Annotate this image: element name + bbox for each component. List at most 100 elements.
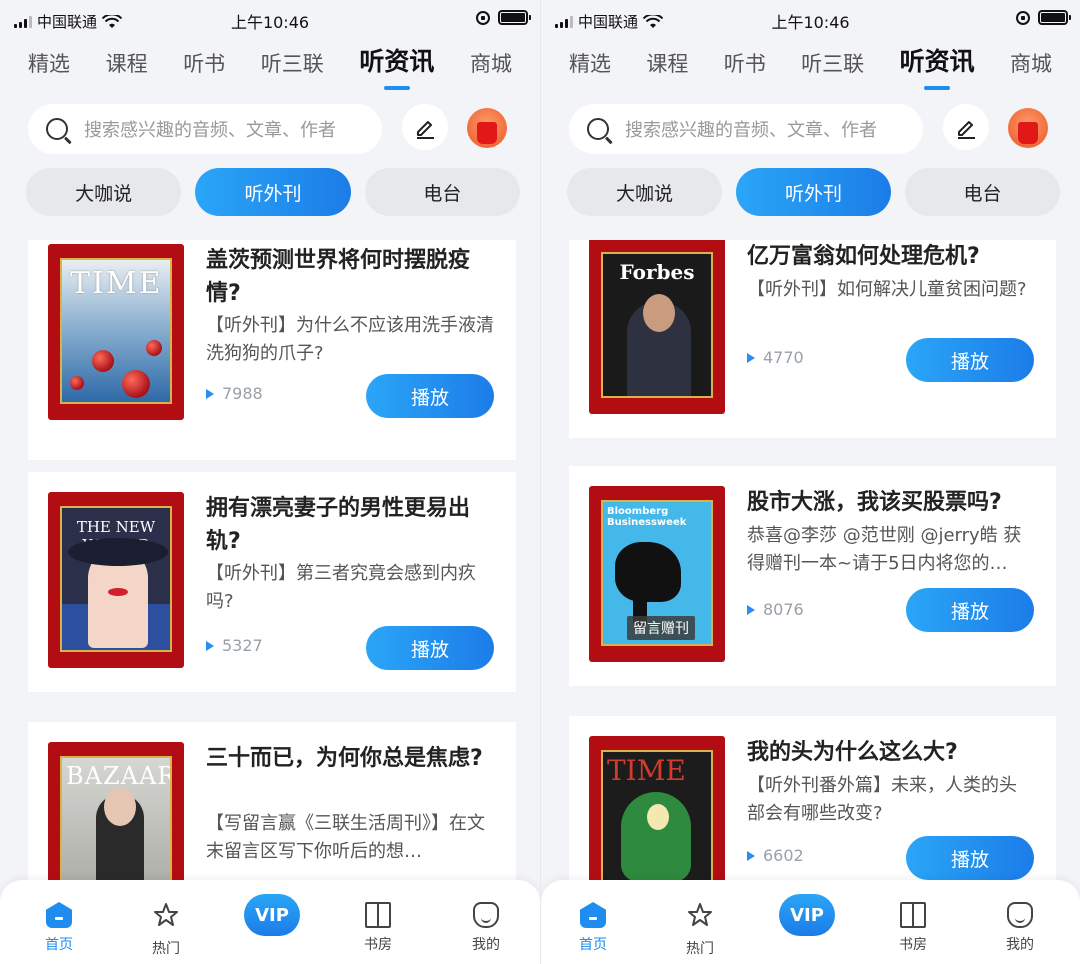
card-title: 我的头为什么这么大? [747, 740, 958, 765]
search-icon [46, 118, 68, 140]
avatar[interactable] [1008, 108, 1048, 148]
cover-masthead: TIME [607, 754, 686, 787]
bottom-nav: 首页 热门 VIP 书房 我的 [0, 880, 540, 964]
orientation-lock-icon [476, 10, 490, 25]
tab-featured[interactable]: 精选 [28, 48, 70, 90]
nav-hot[interactable]: 热门 [670, 902, 730, 958]
tab-audiobooks[interactable]: 听书 [724, 48, 766, 90]
card-description: 【听外刊】第三者究竟会感到内疚吗? [206, 563, 476, 612]
subtab-radio[interactable]: 电台 [364, 168, 520, 216]
cover-masthead: TIME [70, 266, 163, 301]
subtab-expert[interactable]: 大咖说 [26, 168, 182, 216]
magazine-cover: TIME [48, 244, 184, 420]
play-count: 7988 [206, 384, 263, 403]
play-count-icon [747, 352, 755, 363]
tab-featured[interactable]: 精选 [569, 48, 611, 90]
card-title: 盖茨预测世界将何时摆脱疫情? [206, 248, 471, 306]
nav-home[interactable]: 首页 [563, 902, 623, 954]
magazine-cover: Forbes [589, 240, 725, 414]
list-item[interactable]: Forbes 亿万富翁如何处理危机? 【听外刊】如何解决儿童贫困问题? 4770… [569, 240, 1056, 438]
play-count: 6602 [747, 846, 804, 865]
tab-courses[interactable]: 课程 [106, 48, 148, 90]
list-item[interactable]: Bloomberg Businessweek 留言赠刊 股市大涨，我该买股票吗?… [569, 466, 1056, 686]
tab-audiobooks[interactable]: 听书 [183, 48, 225, 90]
status-bar: 中国联通 上午10:46 [0, 0, 540, 40]
play-count-icon [206, 640, 214, 651]
magazine-cover: Bloomberg Businessweek 留言赠刊 [589, 486, 725, 662]
play-button[interactable]: 播放 [366, 626, 494, 670]
list-item[interactable]: THE NEW YORKER 拥有漂亮妻子的男性更易出轨? 【听外刊】第三者究竟… [28, 472, 516, 692]
nav-home[interactable]: 首页 [29, 902, 89, 954]
play-count-icon [206, 388, 214, 399]
pencil-icon [958, 121, 975, 139]
card-description: 【写留言赢《三联生活周刊》】在文末留言区写下你听后的想… [206, 813, 485, 862]
play-button[interactable]: 播放 [906, 588, 1034, 632]
star-icon [688, 903, 712, 926]
subtab-foreign-magazines[interactable]: 听外刊 [195, 168, 351, 216]
tab-sanlian[interactable]: 听三联 [801, 48, 864, 90]
card-description: 恭喜@李莎 @范世刚 @jerry皓 获得赠刊一本~请于5日内将您的… [747, 525, 1022, 574]
tab-shop[interactable]: 商城 [470, 48, 512, 90]
home-icon [46, 902, 72, 928]
search-input[interactable]: 搜索感兴趣的音频、文章、作者 [569, 104, 923, 154]
pencil-icon [417, 121, 434, 139]
tab-shop[interactable]: 商城 [1010, 48, 1052, 90]
edit-button[interactable] [402, 104, 448, 150]
tab-news[interactable]: 听资讯 [359, 42, 434, 90]
card-title: 亿万富翁如何处理危机? [747, 244, 980, 269]
nav-library[interactable]: 书房 [348, 902, 408, 954]
magazine-cover: THE NEW YORKER [48, 492, 184, 668]
tab-courses[interactable]: 课程 [646, 48, 688, 90]
edit-button[interactable] [943, 104, 989, 150]
nav-me[interactable]: 我的 [990, 902, 1050, 954]
book-icon [365, 902, 391, 928]
cover-masthead: BAZAAR [66, 762, 172, 790]
vip-button[interactable]: VIP [244, 894, 300, 936]
play-count: 8076 [747, 600, 804, 619]
battery-icon [1038, 10, 1071, 25]
top-tabs: 精选 课程 听书 听三联 听资讯 商城 [28, 44, 512, 90]
card-title: 拥有漂亮妻子的男性更易出轨? [206, 496, 471, 554]
screen-right: 中国联通 上午10:46 精选 课程 听书 听三联 听资讯 商城 搜索感兴趣的音… [540, 0, 1080, 964]
nav-library[interactable]: 书房 [883, 902, 943, 954]
article-list: Forbes 亿万富翁如何处理危机? 【听外刊】如何解决儿童贫困问题? 4770… [569, 240, 1056, 964]
cover-masthead: Bloomberg Businessweek [607, 506, 687, 528]
orientation-lock-icon [1016, 10, 1030, 25]
screen-left: 中国联通 上午10:46 精选 课程 听书 听三联 听资讯 商城 搜索感兴趣的音… [0, 0, 540, 964]
top-tabs: 精选 课程 听书 听三联 听资讯 商城 [569, 44, 1052, 90]
book-icon [900, 902, 926, 928]
status-time: 上午10:46 [230, 13, 310, 32]
cover-masthead: Forbes [619, 260, 695, 284]
avatar[interactable] [467, 108, 507, 148]
sub-tabs: 大咖说 听外刊 电台 [26, 168, 520, 216]
list-item[interactable]: TIME 盖茨预测世界将何时摆脱疫情? 【听外刊】为什么不应该用洗手液清洗狗狗的… [28, 240, 516, 460]
play-button[interactable]: 播放 [906, 338, 1034, 382]
bottom-nav: 首页 热门 VIP 书房 我的 [541, 880, 1080, 964]
card-description: 【听外刊】如何解决儿童贫困问题? [747, 279, 1027, 300]
profile-icon [473, 902, 499, 928]
card-title: 三十而已，为何你总是焦虑? [206, 746, 483, 771]
home-icon [580, 902, 606, 928]
subtab-radio[interactable]: 电台 [905, 168, 1060, 216]
vip-button[interactable]: VIP [779, 894, 835, 936]
cover-badge: 留言赠刊 [627, 616, 695, 640]
play-count: 5327 [206, 636, 263, 655]
search-placeholder: 搜索感兴趣的音频、文章、作者 [625, 120, 877, 141]
search-placeholder: 搜索感兴趣的音频、文章、作者 [84, 120, 336, 141]
profile-icon [1007, 902, 1033, 928]
tab-sanlian[interactable]: 听三联 [261, 48, 324, 90]
article-list: TIME 盖茨预测世界将何时摆脱疫情? 【听外刊】为什么不应该用洗手液清洗狗狗的… [28, 240, 516, 964]
subtab-expert[interactable]: 大咖说 [567, 168, 722, 216]
tab-news[interactable]: 听资讯 [900, 42, 975, 90]
status-bar: 中国联通 上午10:46 [541, 0, 1080, 40]
battery-icon [498, 10, 531, 25]
star-icon [154, 903, 178, 926]
subtab-foreign-magazines[interactable]: 听外刊 [736, 168, 891, 216]
nav-me[interactable]: 我的 [456, 902, 516, 954]
nav-hot[interactable]: 热门 [136, 902, 196, 958]
play-button[interactable]: 播放 [906, 836, 1034, 880]
play-button[interactable]: 播放 [366, 374, 494, 418]
search-input[interactable]: 搜索感兴趣的音频、文章、作者 [28, 104, 382, 154]
play-count: 4770 [747, 348, 804, 367]
card-title: 股市大涨，我该买股票吗? [747, 490, 1002, 515]
